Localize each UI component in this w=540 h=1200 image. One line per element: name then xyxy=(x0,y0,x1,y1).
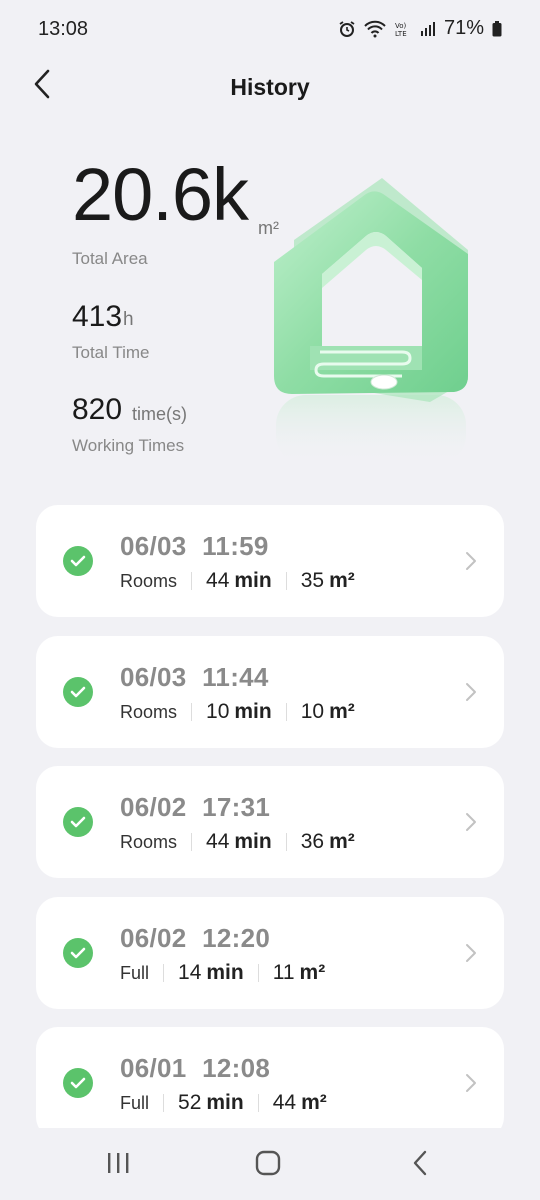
total-area-value: 20.6k xyxy=(72,153,249,236)
record-duration-unit: min xyxy=(206,961,244,984)
record-meta: Full 14 min 11 m² xyxy=(120,961,325,985)
record-area: 10 xyxy=(300,700,325,723)
record-meta: Rooms 44 min 35 m² xyxy=(120,569,355,593)
divider xyxy=(285,572,287,590)
status-bar: 13:08 Vo) LTE 71% xyxy=(0,0,540,60)
history-record-card[interactable]: 06/03 11:59 Rooms 44 min 35 m² xyxy=(36,505,504,617)
record-duration-unit: min xyxy=(234,830,272,853)
record-mode: Rooms xyxy=(120,570,178,591)
check-circle-icon xyxy=(63,546,93,576)
total-time-label: Total Time xyxy=(72,343,150,362)
record-date: 06/03 xyxy=(120,662,187,692)
status-time: 13:08 xyxy=(38,18,89,40)
record-area: 11 xyxy=(272,961,295,984)
total-time-value: 413 xyxy=(72,300,123,333)
record-datetime: 06/02 17:31 xyxy=(120,792,270,823)
battery-percent: 71% xyxy=(443,17,484,39)
history-record-card[interactable]: 06/01 12:08 Full 52 min 44 m² xyxy=(36,1027,504,1139)
check-circle-icon xyxy=(63,807,93,837)
chevron-right-icon xyxy=(464,680,478,704)
record-mode: Rooms xyxy=(120,831,178,852)
record-area-unit: m² xyxy=(329,569,355,592)
record-datetime: 06/01 12:08 xyxy=(120,1053,270,1084)
svg-text:LTE: LTE xyxy=(395,30,407,38)
record-mode: Rooms xyxy=(120,701,178,722)
home-icon xyxy=(255,1150,281,1181)
record-duration-unit: min xyxy=(206,1091,244,1114)
record-duration-unit: min xyxy=(234,700,272,723)
total-time-unit: h xyxy=(123,309,134,330)
record-area: 44 xyxy=(272,1091,297,1114)
divider xyxy=(285,833,287,851)
record-area-unit: m² xyxy=(329,700,355,723)
home-button[interactable] xyxy=(248,1150,288,1180)
chevron-right-icon xyxy=(464,1071,478,1095)
check-circle-icon xyxy=(63,938,93,968)
record-time: 11:59 xyxy=(202,531,269,561)
signal-icon xyxy=(420,21,436,37)
record-duration: 44 xyxy=(206,830,230,853)
record-date: 06/01 xyxy=(120,1053,187,1083)
divider xyxy=(257,1094,259,1112)
record-meta: Rooms 44 min 36 m² xyxy=(120,830,355,854)
record-duration: 10 xyxy=(206,700,230,723)
status-icons: Vo) LTE 71% xyxy=(338,17,502,40)
record-datetime: 06/03 11:59 xyxy=(120,531,269,562)
history-record-card[interactable]: 06/02 12:20 Full 14 min 11 m² xyxy=(36,897,504,1009)
record-mode: Full xyxy=(120,962,150,983)
working-times-value: 820 xyxy=(72,393,123,426)
check-circle-icon xyxy=(63,677,93,707)
history-record-card[interactable]: 06/02 17:31 Rooms 44 min 36 m² xyxy=(36,766,504,878)
alarm-icon xyxy=(338,20,356,38)
chevron-right-icon xyxy=(464,941,478,965)
record-date: 06/02 xyxy=(120,792,187,822)
divider xyxy=(191,703,193,721)
record-duration: 14 xyxy=(178,961,202,984)
record-time: 11:44 xyxy=(202,662,269,692)
divider xyxy=(191,833,193,851)
record-area-unit: m² xyxy=(329,830,355,853)
record-mode: Full xyxy=(120,1092,150,1113)
divider xyxy=(191,572,193,590)
check-circle-icon xyxy=(63,1068,93,1098)
recents-button[interactable] xyxy=(98,1150,138,1180)
record-area: 36 xyxy=(300,830,325,853)
divider xyxy=(257,964,259,982)
record-area-unit: m² xyxy=(301,1091,327,1114)
svg-text:Vo): Vo) xyxy=(395,22,407,30)
divider xyxy=(163,1094,165,1112)
working-times-label: Working Times xyxy=(72,436,185,455)
record-meta: Full 52 min 44 m² xyxy=(120,1091,327,1115)
record-duration-unit: min xyxy=(234,569,272,592)
battery-icon xyxy=(492,20,502,37)
record-area: 35 xyxy=(300,569,325,592)
record-duration: 44 xyxy=(206,569,230,592)
chevron-right-icon xyxy=(464,549,478,573)
record-time: 12:08 xyxy=(202,1053,271,1083)
working-times-unit: time(s) xyxy=(132,404,187,424)
history-record-card[interactable]: 06/03 11:44 Rooms 10 min 10 m² xyxy=(36,636,504,748)
chevron-right-icon xyxy=(464,810,478,834)
record-meta: Rooms 10 min 10 m² xyxy=(120,700,355,724)
record-duration: 52 xyxy=(178,1091,202,1114)
divider xyxy=(285,703,287,721)
volte-icon: Vo) LTE xyxy=(394,20,412,38)
wifi-icon xyxy=(364,20,386,38)
record-date: 06/03 xyxy=(120,531,187,561)
house-illustration xyxy=(262,170,482,470)
total-area-label: Total Area xyxy=(72,249,148,268)
record-datetime: 06/03 11:44 xyxy=(120,662,269,693)
record-area-unit: m² xyxy=(299,961,326,984)
divider xyxy=(163,964,165,982)
system-nav-bar xyxy=(0,1128,540,1200)
record-date: 06/02 xyxy=(120,923,187,953)
nav-back-button[interactable] xyxy=(400,1150,440,1180)
record-time: 12:20 xyxy=(202,923,271,953)
record-time: 17:31 xyxy=(202,792,271,822)
recents-icon xyxy=(105,1151,131,1180)
record-datetime: 06/02 12:20 xyxy=(120,923,270,954)
back-icon xyxy=(412,1150,428,1181)
page-title: History xyxy=(230,74,310,100)
